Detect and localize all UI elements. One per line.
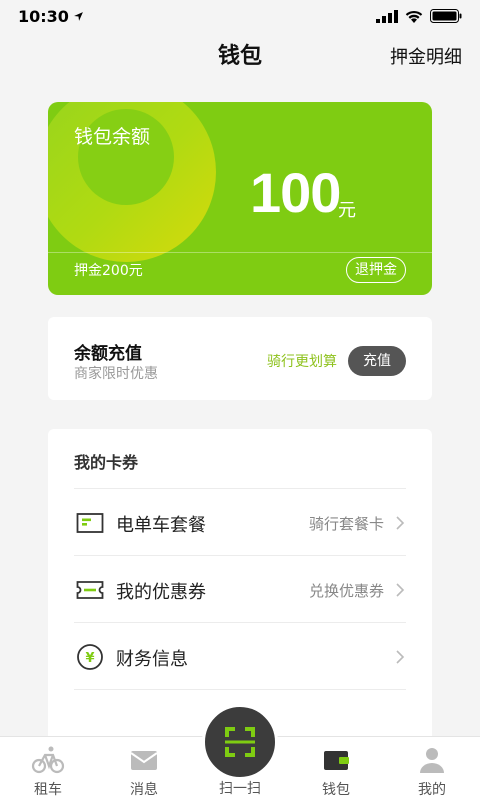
tab-label: 钱包 xyxy=(322,782,350,798)
status-indicators xyxy=(376,9,462,23)
svg-text:¥: ¥ xyxy=(85,651,94,666)
navigation-bar: 钱包 押金明细 xyxy=(0,32,480,78)
wallet-balance-amount: 100 xyxy=(250,161,341,224)
list-item-financial-info[interactable]: ¥ 财务信息 xyxy=(74,622,406,689)
tab-label: 租车 xyxy=(34,782,62,798)
wallet-balance-label: 钱包余额 xyxy=(74,126,151,148)
location-arrow-icon xyxy=(74,11,83,21)
wallet-icon xyxy=(324,751,349,770)
wallet-balance-card: 钱包余额 100 元 押金200元 退押金 xyxy=(48,102,432,295)
signal-icon xyxy=(376,9,398,23)
wifi-icon xyxy=(405,10,423,23)
tab-label: 我的 xyxy=(418,782,446,798)
topup-button[interactable]: 充值 xyxy=(348,346,406,376)
deposit-amount: 押金200元 xyxy=(74,263,143,279)
balance-topup-card[interactable]: 余额充值 商家限时优惠 骑行更划算 充值 xyxy=(48,317,432,400)
wallet-balance-unit: 元 xyxy=(338,200,356,221)
list-item-label: 我的优惠券 xyxy=(116,582,206,603)
list-item-action: 骑行套餐卡 xyxy=(308,515,384,533)
topup-hint: 骑行更划算 xyxy=(267,354,337,370)
list-item-action: 兑换优惠券 xyxy=(308,582,384,600)
status-time: 10:30 xyxy=(18,7,84,26)
bicycle-icon xyxy=(31,746,65,774)
mail-icon xyxy=(130,751,158,770)
status-time-text: 10:30 xyxy=(18,6,69,26)
list-item-label: 电单车套餐 xyxy=(116,515,206,536)
scan-icon xyxy=(225,727,255,757)
package-card-icon xyxy=(76,513,104,533)
list-item-my-coupons[interactable]: 我的优惠券 兑换优惠券 xyxy=(74,555,406,622)
battery-icon xyxy=(430,9,462,23)
tab-rent-bike[interactable]: 租车 xyxy=(0,737,96,800)
topup-title: 余额充值 xyxy=(74,344,142,364)
deposit-detail-link[interactable]: 押金明细 xyxy=(390,43,462,69)
person-icon xyxy=(420,748,444,773)
list-item-ebike-package[interactable]: 电单车套餐 骑行套餐卡 xyxy=(74,488,406,555)
card-divider xyxy=(48,252,432,253)
chevron-right-icon xyxy=(396,516,405,530)
my-coupons-card: 我的卡券 电单车套餐 骑行套餐卡 我的优惠券 兑换优惠券 ¥ 财务信息 xyxy=(48,429,432,749)
coupons-title: 我的卡券 xyxy=(74,453,139,472)
yuan-circle-icon: ¥ xyxy=(77,644,103,670)
coupon-ticket-icon xyxy=(76,581,104,599)
topup-subtitle: 商家限时优惠 xyxy=(74,366,158,382)
scan-button[interactable] xyxy=(202,704,278,780)
tab-profile[interactable]: 我的 xyxy=(384,737,480,800)
tab-messages[interactable]: 消息 xyxy=(96,737,192,800)
tab-label: 消息 xyxy=(130,782,158,798)
tab-wallet[interactable]: 钱包 xyxy=(288,737,384,800)
list-item-label: 财务信息 xyxy=(116,649,188,670)
refund-deposit-button[interactable]: 退押金 xyxy=(346,257,406,283)
scan-label: 扫一扫 xyxy=(219,781,261,797)
chevron-right-icon xyxy=(396,583,405,597)
status-bar: 10:30 xyxy=(0,0,480,32)
chevron-right-icon xyxy=(396,650,405,664)
